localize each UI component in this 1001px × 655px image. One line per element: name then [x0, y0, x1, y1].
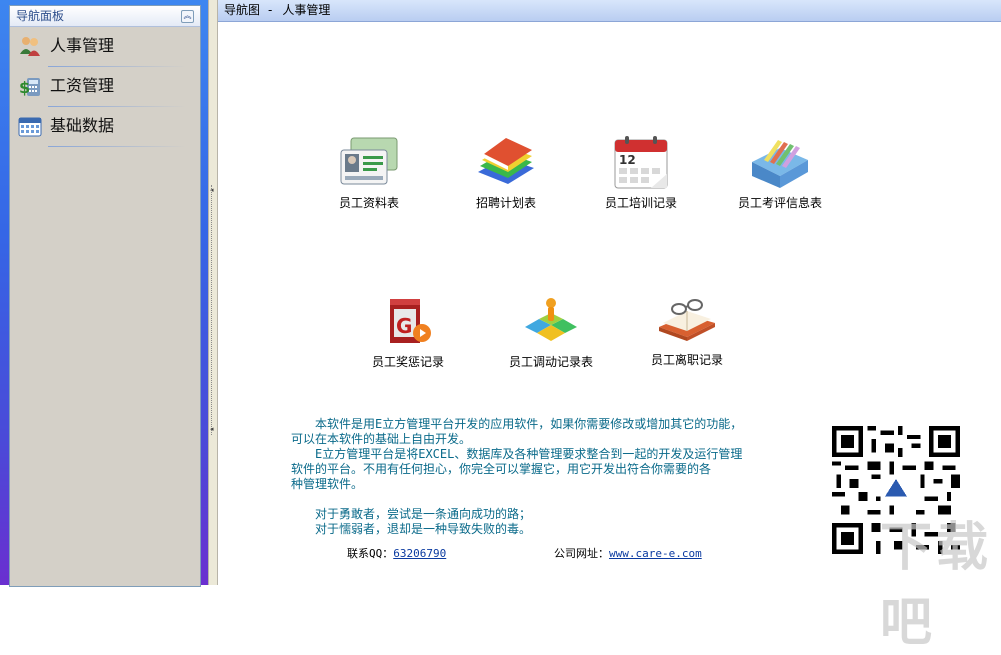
file-tray-icon: [752, 140, 808, 188]
breadcrumb-prefix: 导航图: [224, 3, 261, 17]
tile-label: 员工培训记录: [604, 196, 677, 210]
qq-link[interactable]: 63206790: [393, 547, 446, 560]
main-content: 员工资料表 招聘计划表 12 员工培训记录 员工考评信息表 G 员工奖惩记录 员…: [218, 22, 1001, 585]
contact-website: 公司网址：www.care-e.com: [554, 545, 702, 561]
tile-evaluation-info[interactable]: 员工考评信息表: [720, 132, 840, 211]
watermark-text: 下载吧: [880, 518, 993, 653]
nav-frame: 导航面板 ︽ 人事管理 $ 工资管理 基础数据: [0, 0, 208, 587]
nav-item-salary[interactable]: $ 工资管理: [10, 67, 200, 107]
info-line: 本软件是用E立方管理平台开发的应用软件，如果你需要修改或增加其它的功能，: [291, 417, 743, 431]
double-chevron-up-icon[interactable]: ︽: [181, 10, 194, 23]
info-line: 软件的平台。不用有任何担心，你完全可以掌握它，用它开发出符合你需要的各: [291, 462, 712, 476]
nav-item-basic-data[interactable]: 基础数据: [10, 107, 200, 147]
quote-line: 对于懦弱者，退却是一种导致失败的毒。: [291, 522, 532, 536]
tile-rewards-penalties[interactable]: G 员工奖惩记录: [348, 293, 468, 370]
tile-training-records[interactable]: 12 员工培训记录: [581, 134, 701, 211]
nav-item-label: 工资管理: [50, 76, 115, 95]
svg-text:12: 12: [619, 153, 636, 167]
software-description: 本软件是用E立方管理平台开发的应用软件，如果你需要修改或增加其它的功能， 可以在…: [291, 417, 851, 537]
website-link[interactable]: www.care-e.com: [609, 547, 702, 560]
tile-label: 招聘计划表: [475, 196, 536, 210]
tile-employee-profiles[interactable]: 员工资料表: [309, 134, 429, 211]
calendar-12-icon: 12: [614, 136, 668, 189]
info-line: 可以在本软件的基础上自由开发。: [291, 432, 472, 446]
people-icon: [18, 34, 42, 58]
calendar-grid-icon: [18, 114, 42, 138]
quote-line: 对于勇敢者，尝试是一条通向成功的路；: [291, 507, 532, 521]
id-cards-icon: [340, 137, 398, 185]
tile-resignation-records[interactable]: 员工离职记录: [627, 293, 747, 368]
panel-splitter[interactable]: ◂ ◂: [208, 0, 218, 585]
splitter-grip[interactable]: [211, 185, 216, 435]
info-line: E立方管理平台是将EXCEL、数据库及各种管理要求整合到一起的开发及运行管理: [291, 447, 743, 461]
contact-qq: 联系QQ：63206790: [347, 545, 446, 561]
tile-label: 员工奖惩记录: [371, 355, 444, 369]
info-line: 种管理软件。: [291, 477, 364, 491]
money-calculator-icon: $: [18, 74, 42, 98]
breadcrumb-separator: -: [268, 3, 273, 17]
qq-label: 联系QQ：: [347, 547, 394, 560]
website-label: 公司网址：: [554, 547, 609, 560]
book-glasses-icon: [659, 299, 715, 341]
page-breadcrumb: 导航图 - 人事管理: [218, 0, 1001, 22]
tile-label: 员工离职记录: [650, 353, 723, 367]
tile-label: 员工资料表: [338, 196, 399, 210]
nav-panel-title-text: 导航面板: [16, 9, 65, 23]
nav-item-label: 人事管理: [50, 36, 115, 55]
red-box-icon: G: [390, 299, 431, 343]
nav-item-label: 基础数据: [50, 116, 115, 135]
puzzle-figure-icon: [525, 298, 577, 341]
nav-item-personnel[interactable]: 人事管理: [10, 27, 200, 67]
tile-label: 员工调动记录表: [508, 355, 593, 369]
books-stack-icon: [478, 138, 534, 184]
page-title: 人事管理: [282, 3, 331, 17]
expand-left-icon[interactable]: ◂: [210, 425, 216, 433]
svg-text:G: G: [396, 314, 412, 338]
tile-recruitment-plan[interactable]: 招聘计划表: [446, 132, 566, 211]
tile-transfer-records[interactable]: 员工调动记录表: [491, 293, 611, 370]
tile-label: 员工考评信息表: [737, 196, 822, 210]
navigation-panel: 导航面板 ︽ 人事管理 $ 工资管理 基础数据: [9, 5, 201, 587]
nav-panel-title: 导航面板 ︽: [10, 6, 200, 27]
svg-text:$: $: [19, 78, 30, 97]
divider: [48, 146, 186, 147]
